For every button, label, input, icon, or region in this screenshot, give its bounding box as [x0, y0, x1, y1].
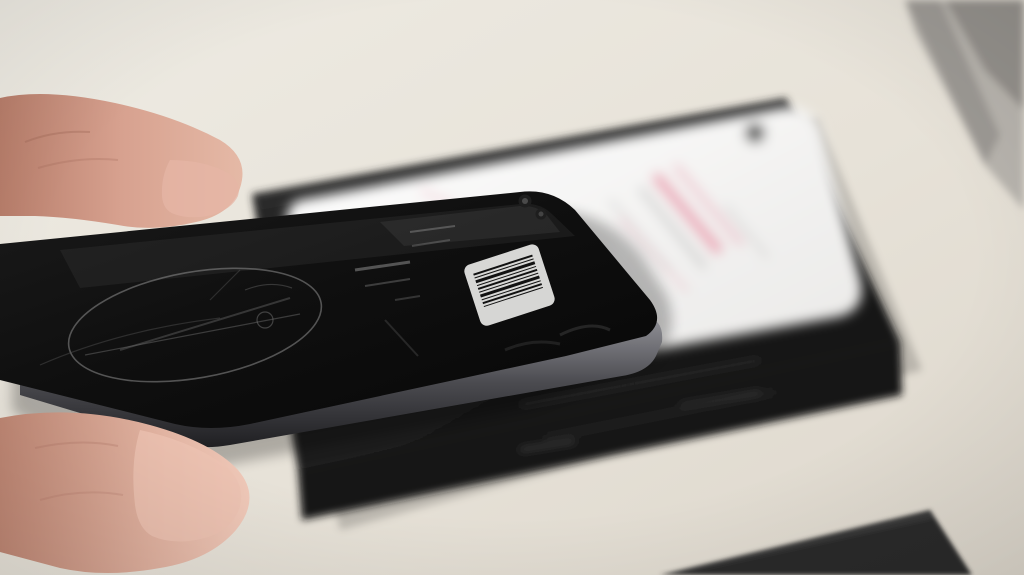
photo-scene: [0, 0, 1024, 575]
photo-illustration: [0, 0, 1024, 575]
vignette: [0, 0, 1024, 575]
